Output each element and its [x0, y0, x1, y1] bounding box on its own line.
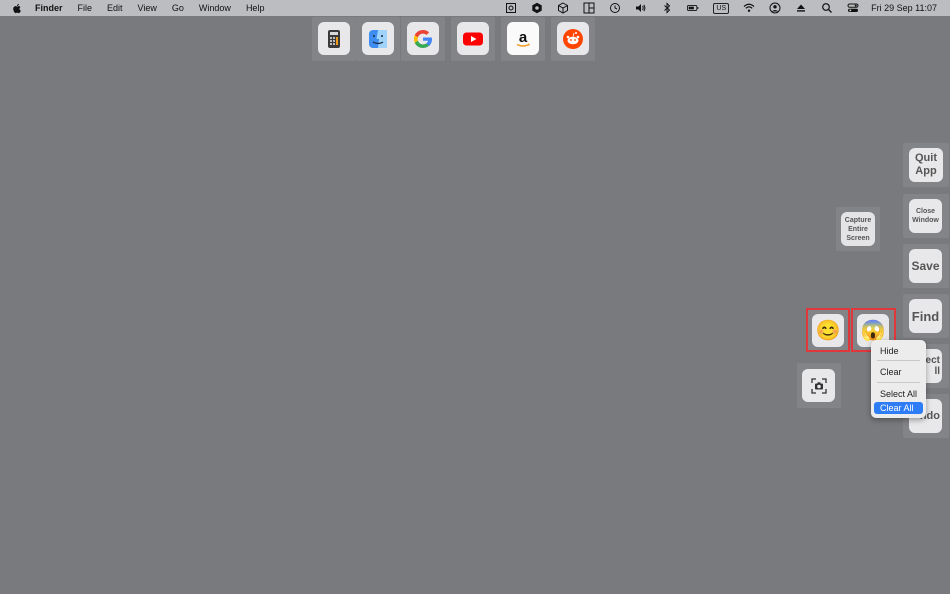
- spotlight-search-icon[interactable]: [821, 2, 833, 14]
- context-menu-clear[interactable]: Clear: [874, 366, 923, 378]
- quit-app-tile[interactable]: Quit App: [903, 143, 949, 187]
- cube-icon[interactable]: [557, 2, 569, 14]
- calculator-icon: [328, 29, 340, 48]
- reddit-icon: [563, 28, 583, 49]
- save-button[interactable]: Save: [909, 249, 942, 283]
- launcher-google[interactable]: [401, 17, 445, 61]
- select-all-label-line2: ll: [934, 366, 940, 377]
- finder-icon: [369, 29, 387, 48]
- find-button[interactable]: Find: [909, 299, 942, 333]
- menu-view[interactable]: View: [138, 0, 157, 16]
- launcher-calculator[interactable]: [312, 17, 356, 61]
- menu-edit[interactable]: Edit: [107, 0, 123, 16]
- menu-window[interactable]: Window: [199, 0, 231, 16]
- launcher-reddit[interactable]: [551, 17, 595, 61]
- menu-bar: Finder File Edit View Go Window Help US …: [0, 0, 950, 16]
- google-icon: [414, 29, 432, 48]
- context-menu-clear-all[interactable]: Clear All: [874, 402, 923, 414]
- input-source-indicator[interactable]: US: [713, 2, 730, 14]
- context-menu-select-all[interactable]: Select All: [874, 388, 923, 400]
- menu-file[interactable]: File: [78, 0, 93, 16]
- context-menu-separator: [877, 382, 920, 383]
- select-all-label-line1: ect: [925, 355, 940, 366]
- finder-button[interactable]: [362, 22, 394, 55]
- bluetooth-icon[interactable]: [661, 2, 673, 14]
- find-label: Find: [911, 308, 940, 324]
- quit-app-button[interactable]: Quit App: [909, 148, 943, 182]
- window-layout-icon[interactable]: [583, 2, 595, 14]
- reddit-button[interactable]: [557, 22, 589, 55]
- amazon-icon: a: [516, 29, 530, 47]
- svg-text:a: a: [519, 29, 528, 46]
- user-account-icon[interactable]: [769, 2, 781, 14]
- calculator-button[interactable]: [318, 22, 350, 55]
- selection-outline-smile: [806, 308, 850, 352]
- screenshot-selection-icon: [810, 377, 827, 394]
- volume-icon[interactable]: [635, 2, 647, 14]
- capture-selection-button[interactable]: [802, 369, 835, 402]
- apple-menu-icon[interactable]: [12, 3, 23, 14]
- menu-go[interactable]: Go: [172, 0, 184, 16]
- close-window-button[interactable]: Close Window: [909, 199, 942, 233]
- amazon-button[interactable]: a: [507, 22, 539, 55]
- launcher-amazon[interactable]: a: [501, 17, 545, 61]
- launcher-finder[interactable]: [356, 17, 400, 61]
- find-tile[interactable]: Find: [903, 294, 949, 338]
- capture-entire-screen-tile[interactable]: Capture Entire Screen: [836, 207, 880, 251]
- launcher-youtube[interactable]: [451, 17, 495, 61]
- capture-entire-screen-label: Capture Entire Screen: [844, 216, 872, 242]
- context-menu: Hide Clear Select All Clear All: [871, 340, 926, 418]
- menu-finder[interactable]: Finder: [35, 0, 63, 16]
- wifi-icon[interactable]: [743, 2, 755, 14]
- capture-entire-screen-button[interactable]: Capture Entire Screen: [841, 212, 875, 246]
- quit-app-label: Quit App: [915, 152, 937, 177]
- control-center-icon[interactable]: [847, 2, 859, 14]
- battery-icon[interactable]: [687, 2, 699, 14]
- time-machine-icon[interactable]: [609, 2, 621, 14]
- screenshot-tool-icon[interactable]: [505, 2, 517, 14]
- google-button[interactable]: [407, 22, 439, 55]
- hexagon-app-icon[interactable]: [531, 2, 543, 14]
- menu-help[interactable]: Help: [246, 0, 265, 16]
- context-menu-hide[interactable]: Hide: [874, 345, 923, 357]
- save-label: Save: [911, 259, 940, 273]
- menubar-clock[interactable]: Fri 29 Sep 11:07: [871, 3, 937, 13]
- context-menu-separator: [877, 360, 920, 361]
- youtube-button[interactable]: [457, 22, 489, 55]
- close-window-label: Close Window: [912, 208, 939, 224]
- eject-icon[interactable]: [795, 2, 807, 14]
- capture-selection-tile[interactable]: [797, 363, 841, 408]
- youtube-icon: [463, 32, 483, 45]
- save-tile[interactable]: Save: [903, 244, 949, 288]
- close-window-tile[interactable]: Close Window: [903, 194, 949, 238]
